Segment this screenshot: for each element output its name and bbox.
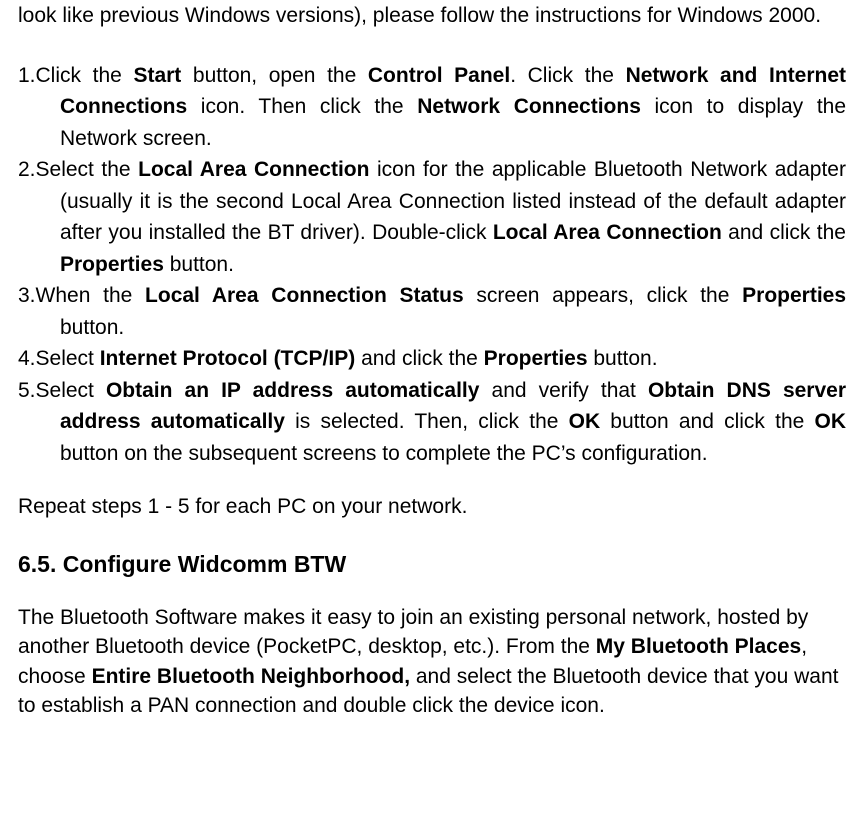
bold-text: Obtain an IP address automatically bbox=[106, 379, 480, 402]
step-item: 3.When the Local Area Connection Status … bbox=[18, 280, 846, 343]
step-item: 4.Select Internet Protocol (TCP/IP) and … bbox=[18, 343, 846, 375]
bold-text: Entire Bluetooth Neighborhood, bbox=[92, 665, 410, 688]
document-page: look like previous Windows versions), pl… bbox=[0, 0, 864, 759]
bold-text: Properties bbox=[742, 284, 846, 307]
section-paragraph: The Bluetooth Software makes it easy to … bbox=[18, 603, 846, 721]
step-number: 4. bbox=[18, 347, 36, 370]
repeat-instruction: Repeat steps 1 - 5 for each PC on your n… bbox=[18, 491, 846, 523]
bold-text: OK bbox=[815, 410, 847, 433]
bold-text: Properties bbox=[484, 347, 588, 370]
bold-text: Local Area Connection bbox=[138, 158, 369, 181]
bold-text: Local Area Connection bbox=[493, 221, 722, 244]
step-item: 5.Select Obtain an IP address automatica… bbox=[18, 375, 846, 470]
bold-text: Internet Protocol (TCP/IP) bbox=[100, 347, 356, 370]
step-number: 2. bbox=[18, 158, 36, 181]
steps-list: 1.Click the Start button, open the Contr… bbox=[18, 60, 846, 470]
bold-text: Start bbox=[133, 64, 181, 87]
step-item: 2.Select the Local Area Connection icon … bbox=[18, 154, 846, 280]
bold-text: Local Area Connection Status bbox=[145, 284, 464, 307]
step-item: 1.Click the Start button, open the Contr… bbox=[18, 60, 846, 155]
intro-paragraph: look like previous Windows versions), pl… bbox=[18, 0, 846, 32]
step-number: 1. bbox=[18, 64, 36, 87]
step-number: 3. bbox=[18, 284, 36, 307]
bold-text: Properties bbox=[60, 253, 164, 276]
bold-text: Network Connections bbox=[417, 95, 641, 118]
bold-text: My Bluetooth Places bbox=[596, 635, 801, 658]
bold-text: Control Panel bbox=[368, 64, 510, 87]
section-heading: 6.5. Configure Widcomm BTW bbox=[18, 547, 846, 582]
bold-text: OK bbox=[569, 410, 601, 433]
step-number: 5. bbox=[18, 379, 36, 402]
